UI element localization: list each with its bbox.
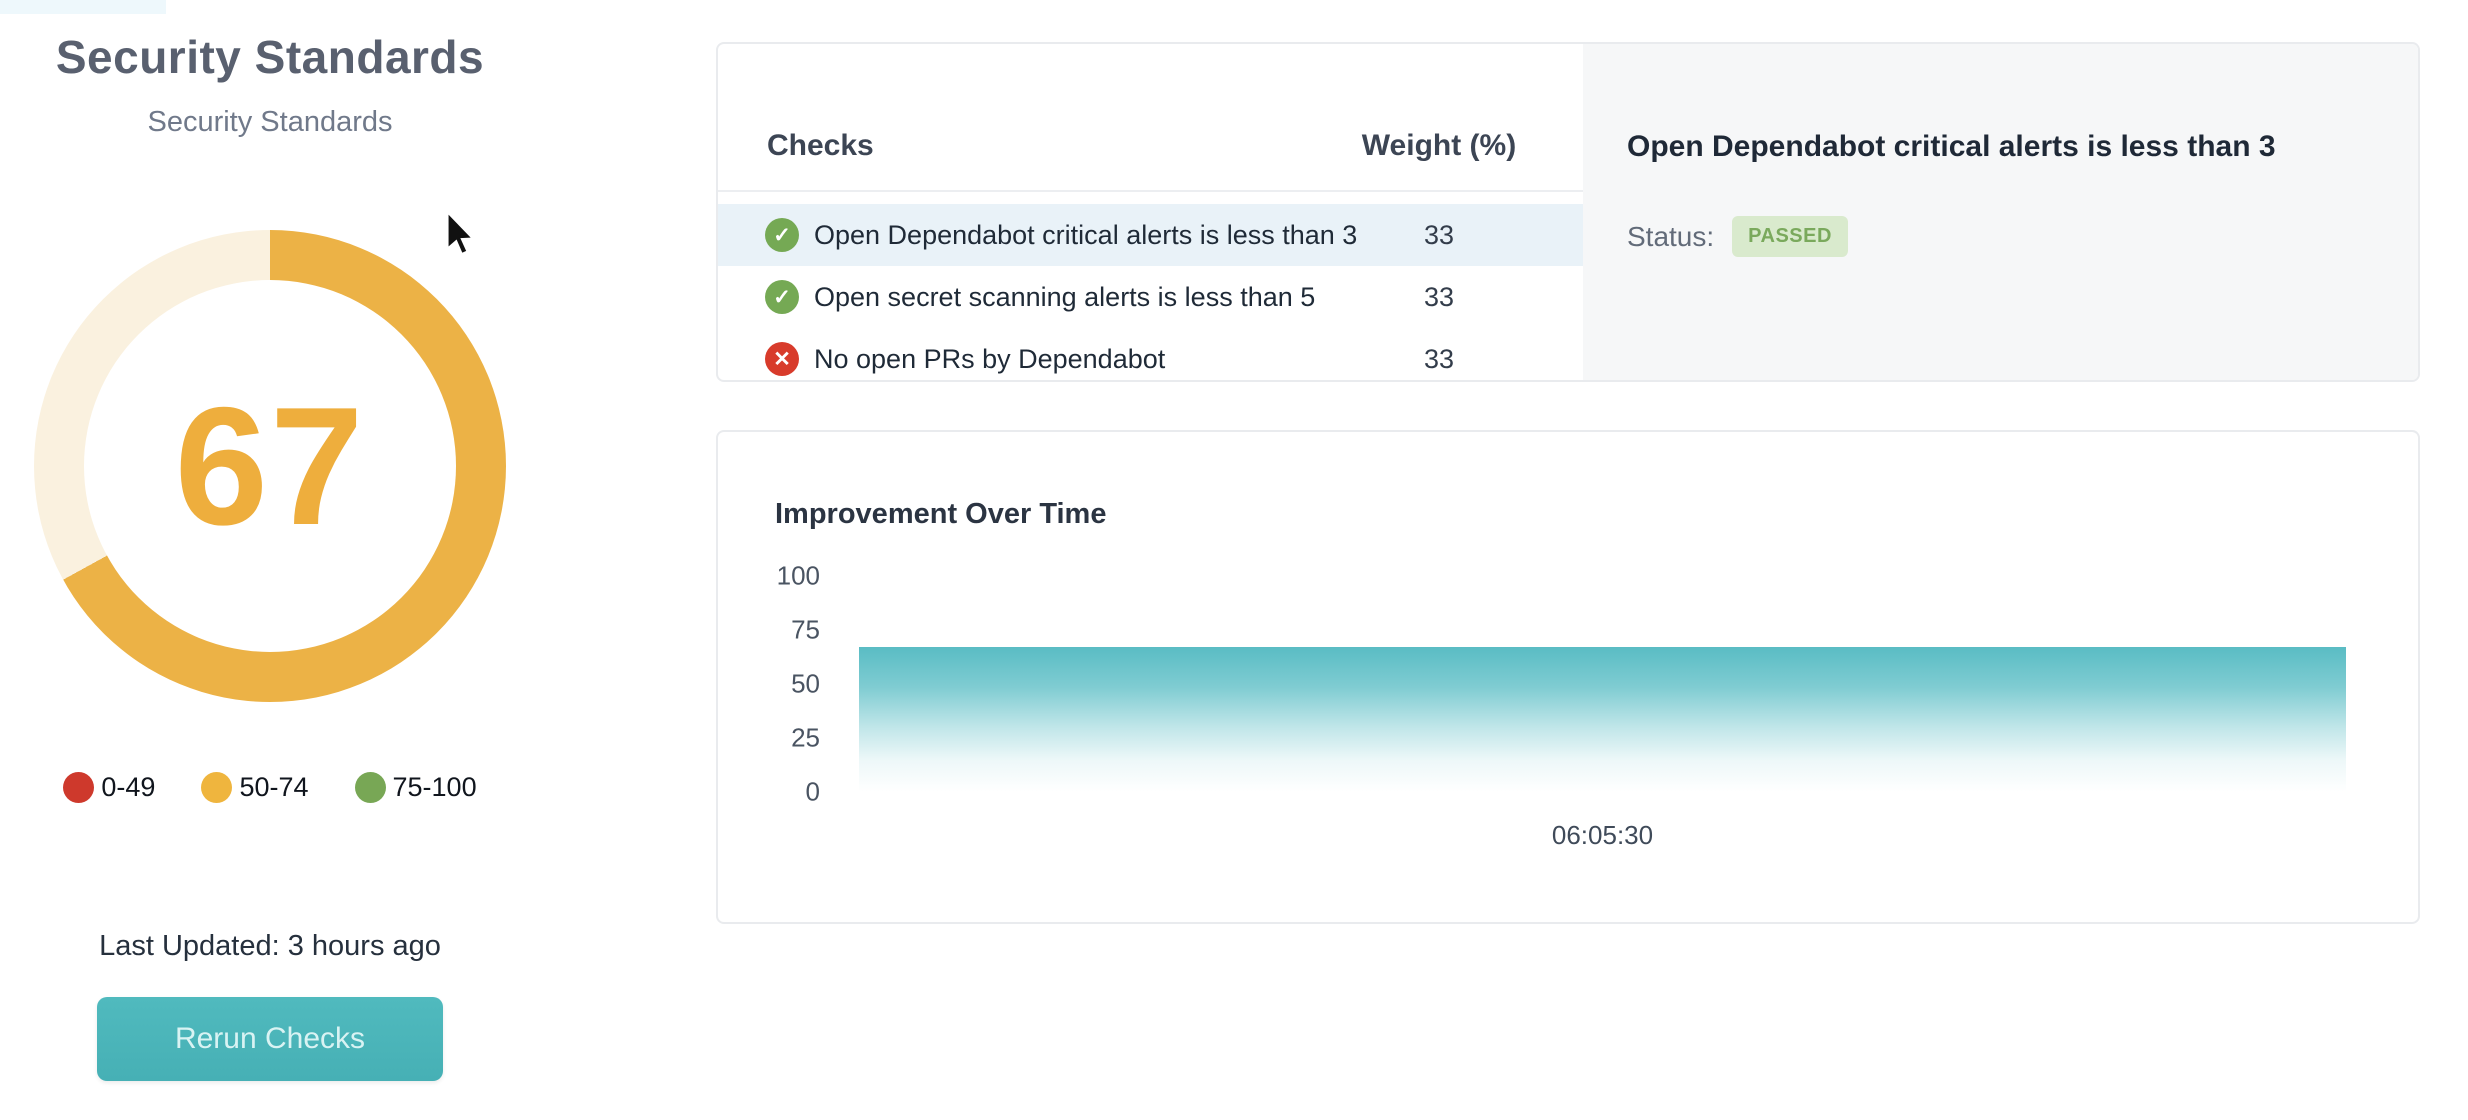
y-axis-tick-label: 50	[748, 669, 820, 700]
legend-label: 75-100	[393, 772, 477, 803]
weight-column-header: Weight (%)	[1359, 129, 1519, 163]
y-axis-tick-label: 0	[748, 777, 820, 808]
legend-item: 0-49	[63, 772, 155, 803]
legend-dot-icon	[63, 772, 94, 803]
summary-column: Security Standards Security Standards	[20, 0, 520, 139]
x-axis-tick-label: 06:05:30	[1453, 820, 1753, 851]
improvement-chart-card: Improvement Over Time 0 25 50 75 100 06:05:3…	[716, 430, 2420, 924]
score-value: 67	[175, 370, 366, 563]
checks-table-header: Checks Weight (%)	[718, 120, 1585, 172]
check-detail-panel: Open Dependabot critical alerts is less …	[1583, 44, 2418, 380]
status-badge: PASSED	[1732, 216, 1848, 257]
check-weight: 33	[1359, 344, 1519, 375]
check-label: Open Dependabot critical alerts is less …	[814, 220, 1359, 251]
legend-item: 75-100	[355, 772, 477, 803]
check-circle-icon: ✓	[765, 218, 799, 252]
score-gauge: 67	[34, 230, 506, 702]
score-gauge-center: 67	[84, 280, 456, 652]
header-divider	[718, 190, 1585, 192]
checks-card: Checks Weight (%) ✓ Open Dependabot crit…	[716, 42, 2420, 382]
check-label: Open secret scanning alerts is less than…	[814, 282, 1359, 313]
check-rows: ✓ Open Dependabot critical alerts is les…	[718, 204, 1585, 390]
last-updated-text: Last Updated: 3 hours ago	[0, 930, 540, 963]
check-label: No open PRs by Dependabot	[814, 344, 1359, 375]
page-subtitle: Security Standards	[20, 106, 520, 139]
legend-dot-icon	[355, 772, 386, 803]
check-row[interactable]: ✓ Open Dependabot critical alerts is les…	[718, 204, 1585, 266]
y-axis-tick-label: 100	[748, 561, 820, 592]
status-label: Status:	[1627, 221, 1714, 253]
check-weight: 33	[1359, 220, 1519, 251]
score-legend: 0-49 50-74 75-100	[0, 772, 540, 803]
chart-title: Improvement Over Time	[775, 498, 1106, 531]
y-axis-tick-label: 75	[748, 615, 820, 646]
check-circle-icon: ✓	[765, 280, 799, 314]
check-row[interactable]: ✓ Open secret scanning alerts is less th…	[718, 266, 1585, 328]
legend-dot-icon	[201, 772, 232, 803]
security-standards-dashboard: Security Standards Security Standards 67…	[0, 0, 2468, 1120]
y-axis-tick-label: 25	[748, 723, 820, 754]
page-title: Security Standards	[20, 30, 520, 84]
x-circle-icon: ✕	[765, 342, 799, 376]
checks-column-header: Checks	[767, 129, 1359, 163]
status-line: Status: PASSED	[1627, 216, 1848, 257]
check-detail-title: Open Dependabot critical alerts is less …	[1627, 130, 2276, 164]
check-weight: 33	[1359, 282, 1519, 313]
score-area-band	[859, 647, 2346, 792]
legend-label: 50-74	[239, 772, 308, 803]
checks-list: Checks Weight (%) ✓ Open Dependabot crit…	[718, 44, 1585, 380]
check-row[interactable]: ✕ No open PRs by Dependabot 33	[718, 328, 1585, 390]
rerun-checks-button[interactable]: Rerun Checks	[97, 997, 443, 1081]
mouse-cursor	[444, 212, 480, 258]
legend-label: 0-49	[101, 772, 155, 803]
legend-item: 50-74	[201, 772, 308, 803]
